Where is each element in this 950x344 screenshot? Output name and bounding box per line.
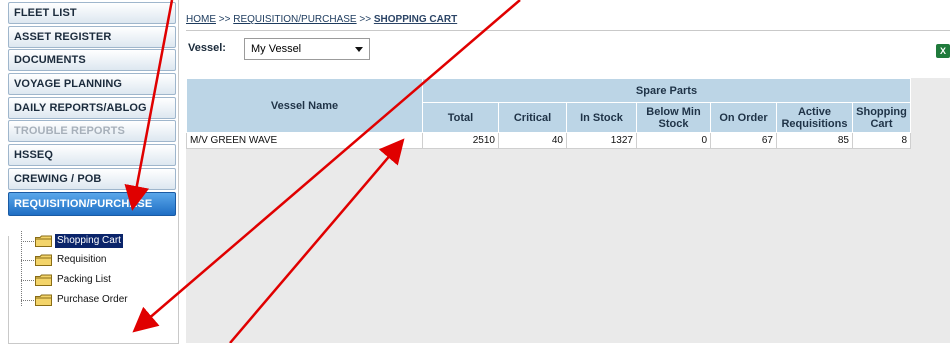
cell-shopping-cart: 8 [852,132,911,149]
cell-vessel-name[interactable]: M/V GREEN WAVE [186,132,423,149]
folder-icon [35,294,52,306]
header-active-requisitions[interactable]: Active Requisitions [776,102,853,133]
subnav-label: Shopping Cart [55,234,123,248]
header-critical[interactable]: Critical [498,102,567,133]
vessel-select-value: My Vessel [251,43,302,55]
header-vessel-name[interactable]: Vessel Name [186,78,423,133]
breadcrumb-separator: >> [359,14,372,25]
tree-connector [21,300,34,301]
cell-on-order: 67 [710,132,777,149]
breadcrumb-home[interactable]: HOME [186,14,216,25]
folder-icon [35,235,52,247]
cell-total: 2510 [422,132,499,149]
divider [186,30,950,31]
breadcrumb-current: SHOPPING CART [373,14,458,25]
breadcrumb-separator: >> [218,14,231,25]
folder-icon [35,254,52,266]
cell-below-min-stock: 0 [636,132,711,149]
header-total[interactable]: Total [422,102,499,133]
nav-hsseq[interactable]: HSSEQ [8,144,176,166]
chevron-down-icon [355,47,363,52]
cell-active-requisitions: 85 [776,132,853,149]
cell-in-stock: 1327 [566,132,637,149]
header-shopping-cart[interactable]: Shopping Cart [852,102,911,133]
nav-asset-register[interactable]: ASSET REGISTER [8,26,176,48]
header-below-min-stock[interactable]: Below Min Stock [636,102,711,133]
subnav-label: Requisition [57,254,107,265]
nav-daily-reports[interactable]: DAILY REPORTS/ABLOG [8,97,176,119]
tree-connector [21,260,34,261]
grid-area: Vessel Name Spare Parts Total Critical I… [186,78,950,343]
main-content: HOME >> REQUISITION/PURCHASE >> SHOPPING… [180,0,950,343]
subnav-label: Purchase Order [57,294,128,305]
nav-fleet-list[interactable]: FLEET LIST [8,2,176,24]
cell-critical: 40 [498,132,567,149]
breadcrumb-section[interactable]: REQUISITION/PURCHASE [233,14,356,25]
table-row[interactable]: M/V GREEN WAVE 2510 40 1327 0 67 85 8 [186,132,911,149]
subnav-label: Packing List [57,274,111,285]
header-in-stock[interactable]: In Stock [566,102,637,133]
vessel-label: Vessel: [188,42,226,54]
subnav-requisition[interactable]: Requisition [35,252,108,268]
vessel-select[interactable]: My Vessel [244,38,370,60]
nav-documents[interactable]: DOCUMENTS [8,49,176,71]
header-on-order[interactable]: On Order [710,102,777,133]
header-spare-parts: Spare Parts [422,78,911,103]
nav-crewing-pob[interactable]: CREWING / POB [8,168,176,190]
tree-connector [21,231,22,306]
breadcrumb: HOME >> REQUISITION/PURCHASE >> SHOPPING… [186,14,457,25]
nav-requisition-purchase[interactable]: REQUISITION/PURCHASE [8,192,176,216]
spare-parts-table: Vessel Name Spare Parts Total Critical I… [186,78,911,149]
subnav-shopping-cart[interactable]: Shopping Cart [35,233,123,249]
nav-voyage-planning[interactable]: VOYAGE PLANNING [8,73,176,95]
tree-connector [21,280,34,281]
nav-trouble-reports[interactable]: TROUBLE REPORTS [8,120,176,142]
excel-export-icon[interactable]: X [936,44,950,58]
subnav-purchase-order[interactable]: Purchase Order [35,292,130,308]
sidebar: FLEET LIST ASSET REGISTER DOCUMENTS VOYA… [0,0,179,344]
folder-icon [35,274,52,286]
tree-connector [21,241,34,242]
subnav-packing-list[interactable]: Packing List [35,272,113,288]
